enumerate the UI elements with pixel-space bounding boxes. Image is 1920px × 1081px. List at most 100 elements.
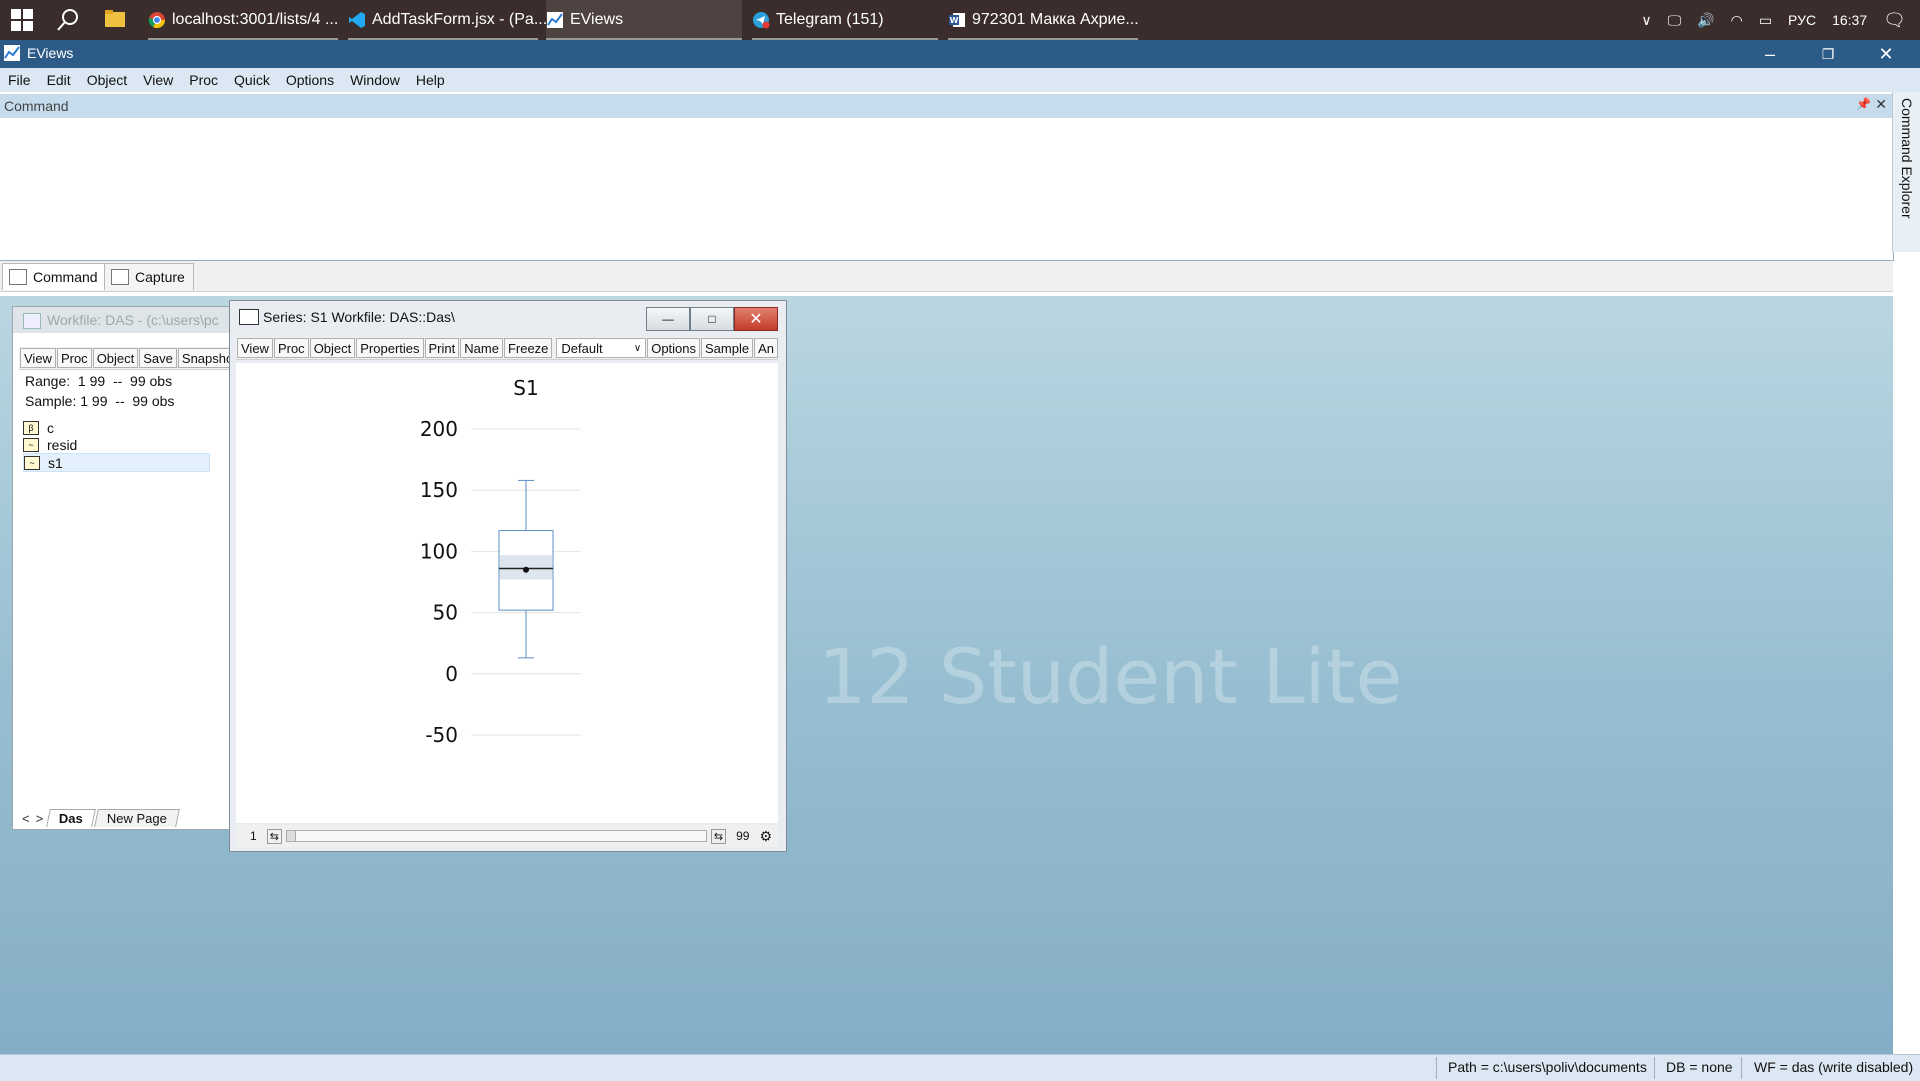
eviews-icon: [4, 45, 20, 61]
app-titlebar: EViews – ❐ ✕: [0, 40, 1920, 68]
taskbar-app-telegram[interactable]: Telegram (151): [752, 0, 938, 40]
file-explorer-icon[interactable]: [104, 9, 126, 29]
pin-icon[interactable]: 📌: [1856, 97, 1871, 111]
chevron-down-icon: ∨: [633, 342, 642, 354]
battery-icon[interactable]: ▭: [1759, 12, 1772, 29]
view-select[interactable]: Default ∨: [556, 338, 647, 358]
wf-view-button[interactable]: View: [20, 348, 56, 368]
range-end: 99: [736, 829, 750, 843]
object-button[interactable]: Object: [309, 338, 356, 358]
menu-window[interactable]: Window: [342, 72, 408, 88]
scrollbar-thumb[interactable]: [286, 831, 296, 841]
taskbar-app-label: localhost:3001/lists/4 ...: [172, 11, 339, 28]
freeze-button[interactable]: Freeze: [503, 338, 553, 358]
list-item[interactable]: ~ s1: [23, 453, 210, 472]
capture-window-icon: [111, 269, 129, 285]
series-footer: 1 ⇆ ⇆ 99 ⚙: [236, 825, 778, 847]
taskbar-app-eviews[interactable]: EViews: [546, 0, 742, 40]
taskbar-app-vscode[interactable]: AddTaskForm.jsx - (Pa...: [348, 0, 547, 40]
list-item[interactable]: ~ resid: [23, 436, 223, 453]
status-wf: WF = das (write disabled): [1754, 1059, 1914, 1075]
workfile-titlebar[interactable]: Workfile: DAS - (c:\users\pc: [13, 307, 231, 333]
command-input-area[interactable]: [0, 118, 1894, 261]
language-indicator[interactable]: РУС: [1788, 12, 1816, 28]
page-tab-das[interactable]: Das: [46, 809, 96, 827]
menu-help[interactable]: Help: [408, 72, 453, 88]
menu-view[interactable]: View: [135, 72, 181, 88]
page-tab-new-page[interactable]: New Page: [94, 809, 180, 827]
speaker-icon[interactable]: 🔊: [1697, 12, 1714, 29]
menu-proc[interactable]: Proc: [181, 72, 226, 88]
series-titlebar[interactable]: Series: S1 Workfile: DAS::Das\ — □ ✕: [230, 301, 786, 331]
chevron-right-icon[interactable]: >: [36, 811, 44, 826]
series-icon: ~: [23, 437, 39, 452]
scroll-left-icon[interactable]: ⇆: [266, 828, 282, 844]
print-button[interactable]: Print: [424, 338, 460, 358]
restore-button[interactable]: ❐: [1799, 40, 1857, 68]
chevron-up-icon[interactable]: ∨: [1641, 12, 1651, 29]
menu-quick[interactable]: Quick: [226, 72, 278, 88]
taskbar-app-word[interactable]: W 972301 Макка Ахрие...: [948, 0, 1139, 40]
minimize-button[interactable]: –: [1741, 40, 1799, 68]
workfile-object-list: β c ~ resid ~ s1: [23, 419, 223, 472]
wf-proc-button[interactable]: Proc: [56, 348, 92, 368]
series-icon: ~: [24, 455, 40, 470]
y-tick-label: -50: [425, 723, 458, 747]
analysis-button[interactable]: An: [754, 338, 778, 358]
menu-bar: File Edit Object View Proc Quick Options…: [0, 68, 1920, 92]
taskbar-app-label: AddTaskForm.jsx - (Pa...: [372, 11, 548, 28]
sample-button[interactable]: Sample: [701, 338, 754, 358]
eviews-icon: [547, 12, 563, 28]
object-name: c: [47, 419, 54, 436]
close-button[interactable]: ✕: [734, 307, 778, 331]
close-icon[interactable]: ✕: [1875, 96, 1887, 113]
menu-object[interactable]: Object: [79, 72, 135, 88]
notification-icon[interactable]: 🗨: [1883, 10, 1906, 31]
view-button[interactable]: View: [237, 338, 273, 358]
windows-start-icon[interactable]: [10, 8, 34, 32]
workfile-page-tabs: < > Das New Page: [19, 809, 180, 827]
minimize-button[interactable]: —: [646, 307, 690, 331]
y-tick-label: 150: [420, 478, 458, 502]
view-select-value: Default: [561, 340, 603, 356]
series-toolbar: View Proc Object Properties Print Name F…: [236, 337, 778, 360]
taskbar-app-chrome[interactable]: localhost:3001/lists/4 ...: [148, 0, 338, 40]
wifi-icon[interactable]: ◠: [1731, 12, 1743, 29]
mean-point: [523, 566, 529, 573]
wf-save-button[interactable]: Save: [139, 348, 177, 368]
workfile-toolbar: View Proc Object Save Snapsho: [19, 347, 238, 370]
gear-icon[interactable]: ⚙: [759, 828, 772, 845]
clock[interactable]: 16:37: [1832, 12, 1867, 28]
command-window-icon: [9, 269, 27, 285]
tab-label: Capture: [135, 269, 185, 285]
svg-text:W: W: [950, 16, 959, 25]
properties-button[interactable]: Properties: [356, 338, 424, 358]
network-status-icon[interactable]: 🖵: [1668, 12, 1682, 29]
wf-object-button[interactable]: Object: [92, 348, 139, 368]
command-explorer-tab[interactable]: Command Explorer: [1892, 92, 1920, 252]
list-item[interactable]: β c: [23, 419, 223, 436]
tab-command[interactable]: Command: [2, 263, 107, 290]
options-button[interactable]: Options: [647, 338, 701, 358]
proc-button[interactable]: Proc: [273, 338, 309, 358]
menu-options[interactable]: Options: [278, 72, 342, 88]
search-icon[interactable]: [56, 8, 80, 32]
y-tick-label: 50: [433, 601, 458, 625]
series-window[interactable]: Series: S1 Workfile: DAS::Das\ — □ ✕ Vie…: [229, 300, 787, 852]
menu-file[interactable]: File: [0, 72, 39, 88]
taskbar: localhost:3001/lists/4 ... AddTaskForm.j…: [0, 0, 1920, 40]
status-db: DB = none: [1666, 1059, 1733, 1075]
tab-capture[interactable]: Capture: [104, 263, 194, 290]
maximize-button[interactable]: □: [690, 307, 734, 331]
name-button[interactable]: Name: [460, 338, 503, 358]
menu-edit[interactable]: Edit: [39, 72, 79, 88]
workfile-icon: [23, 313, 41, 329]
chevron-left-icon[interactable]: <: [22, 811, 30, 826]
scroll-right-icon[interactable]: ⇆: [710, 828, 727, 844]
taskbar-app-label: EViews: [570, 11, 624, 28]
workfile-window[interactable]: Workfile: DAS - (c:\users\pc View Proc O…: [12, 306, 238, 830]
close-button[interactable]: ✕: [1857, 40, 1915, 68]
command-pane-tabs: Command Capture: [0, 261, 1893, 292]
chart-area: S1 200 150 100 50 0 -50: [236, 363, 778, 823]
scrollbar[interactable]: [285, 830, 707, 842]
